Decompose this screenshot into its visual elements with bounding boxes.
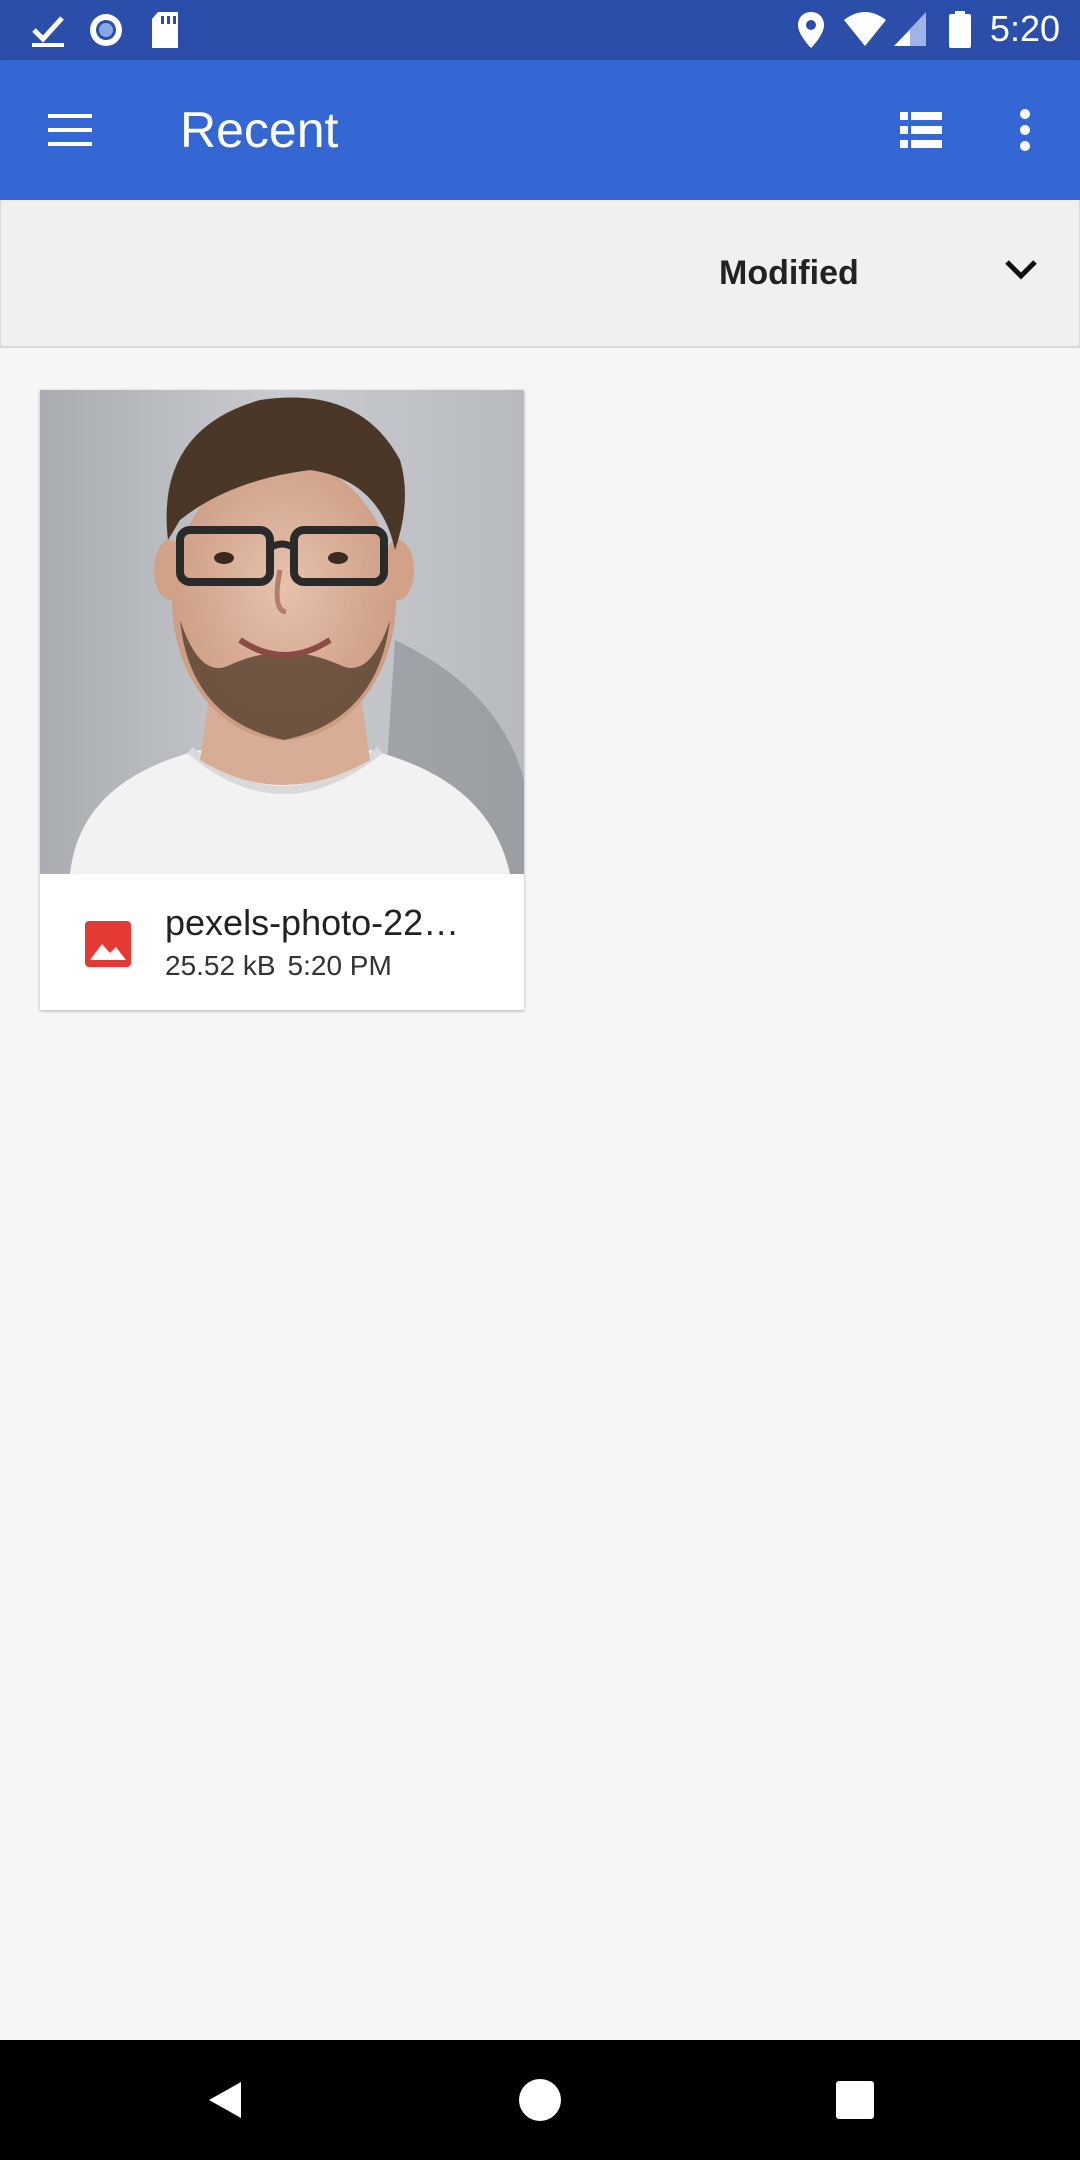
back-button[interactable] xyxy=(185,2060,265,2140)
sd-card-icon xyxy=(152,12,178,48)
sort-bar: Modified xyxy=(0,200,1080,348)
image-file-icon xyxy=(85,921,131,967)
file-thumbnail xyxy=(40,390,524,874)
list-view-button[interactable] xyxy=(880,90,962,170)
location-icon xyxy=(798,12,824,48)
app-bar: Recent xyxy=(0,60,1080,200)
chevron-down-icon xyxy=(1005,260,1037,280)
status-bar: 5:20 xyxy=(0,0,1080,60)
recents-button[interactable] xyxy=(815,2060,895,2140)
home-button[interactable] xyxy=(500,2060,580,2140)
sort-label: Modified xyxy=(719,254,859,292)
download-done-icon xyxy=(32,16,64,47)
more-vert-icon xyxy=(1020,109,1030,151)
sync-circle-icon xyxy=(90,14,122,46)
recents-icon xyxy=(836,2081,874,2119)
menu-icon xyxy=(48,114,92,146)
list-view-icon xyxy=(900,112,942,148)
status-clock: 5:20 xyxy=(989,8,1060,49)
page-title: Recent xyxy=(180,102,339,158)
sort-dropdown[interactable]: Modified xyxy=(719,240,1039,310)
more-options-button[interactable] xyxy=(990,90,1060,170)
home-icon xyxy=(519,2079,561,2121)
file-name: pexels-photo-22… xyxy=(165,902,460,943)
file-card[interactable]: pexels-photo-22… 25.52 kB 5:20 PM xyxy=(40,390,524,1010)
battery-icon xyxy=(949,11,971,48)
signal-icon xyxy=(894,12,926,46)
menu-button[interactable] xyxy=(28,90,112,170)
file-size: 25.52 kB xyxy=(165,950,276,981)
back-icon xyxy=(209,2082,241,2118)
file-meta: 25.52 kB 5:20 PM xyxy=(165,950,392,982)
navigation-bar xyxy=(0,2040,1080,2160)
file-time: 5:20 PM xyxy=(287,950,392,981)
wifi-icon xyxy=(844,12,886,46)
